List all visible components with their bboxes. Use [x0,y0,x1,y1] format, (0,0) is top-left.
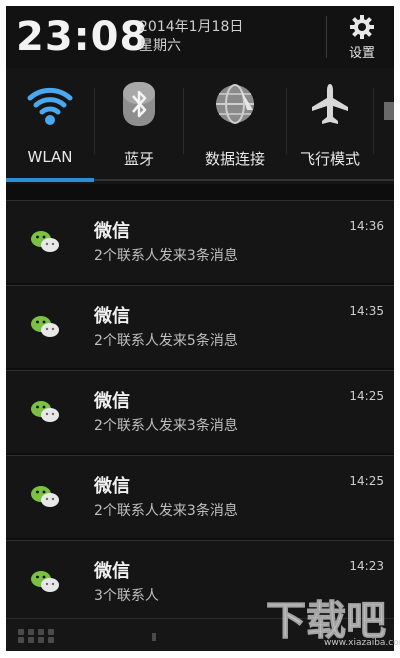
notification-message: 3个联系人 [94,588,159,604]
clock-time: 23:08 [16,14,149,60]
wechat-icon [31,316,59,337]
notification-message: 2个联系人发来3条消息 [94,418,238,434]
notification-title: 微信 [94,476,130,497]
toggle-bar-line [94,179,394,181]
date-info: 2014年1月18日 星期六 [139,18,243,56]
wechat-icon [31,231,59,252]
grip-icon [18,629,56,643]
toggle-label: 飞行模式 [299,150,360,168]
notification-time: 14:36 [349,219,384,233]
toggle-data-connection[interactable]: 数据连接 [184,68,286,180]
drag-handle-bar[interactable] [6,618,394,651]
notification-title: 微信 [94,221,130,242]
notification-time: 14:25 [349,474,384,488]
notification-time: 14:23 [349,559,384,573]
weekday-text: 星期六 [139,38,181,54]
notification-message: 2个联系人发来5条消息 [94,333,238,349]
notification-item[interactable]: 微信 2个联系人发来3条消息 14:36 [6,200,394,283]
notification-item[interactable]: 微信 2个联系人发来3条消息 14:25 [6,455,394,538]
notification-item[interactable]: 微信 3个联系人 14:23 [6,540,394,619]
settings-button[interactable]: 设置 [336,12,388,64]
toggle-label: WLAN [27,148,73,166]
notification-shade: 23:08 2014年1月18日 星期六 设置 WLAN 蓝牙 数据连接 飞行模… [6,6,394,651]
toggle-bluetooth[interactable]: 蓝牙 [95,68,183,180]
wechat-icon [31,401,59,422]
toggle-divider [373,88,374,154]
toggle-label: 蓝牙 [123,150,154,168]
notification-title: 微信 [94,561,130,582]
notification-item[interactable]: 微信 2个联系人发来3条消息 14:25 [6,370,394,453]
notification-title: 微信 [94,306,130,327]
wechat-icon [31,486,59,507]
airplane-icon [312,84,348,124]
wifi-icon [27,87,73,125]
quick-toggle-bar: WLAN 蓝牙 数据连接 飞行模式 [6,68,394,184]
notification-title: 微信 [94,391,130,412]
bluetooth-icon [123,82,155,126]
drag-handle-mark [152,633,156,641]
header-divider [326,16,327,58]
notification-time: 14:25 [349,389,384,403]
settings-label: 设置 [348,46,375,61]
notification-time: 14:35 [349,304,384,318]
notification-message: 2个联系人发来3条消息 [94,503,238,519]
toggle-label: 数据连接 [204,150,265,168]
notification-message: 2个联系人发来3条消息 [94,248,238,264]
status-header: 23:08 2014年1月18日 星期六 设置 [6,6,394,68]
more-toggles-hint[interactable] [384,102,394,120]
toggle-wlan[interactable]: WLAN [6,68,94,180]
active-toggle-indicator [6,178,94,182]
gear-icon [350,15,374,39]
toggle-airplane-mode[interactable]: 飞行模式 [287,68,373,180]
wechat-icon [31,571,59,592]
date-text: 2014年1月18日 [139,19,244,35]
globe-icon [216,84,254,124]
notification-item[interactable]: 微信 2个联系人发来5条消息 14:35 [6,285,394,368]
